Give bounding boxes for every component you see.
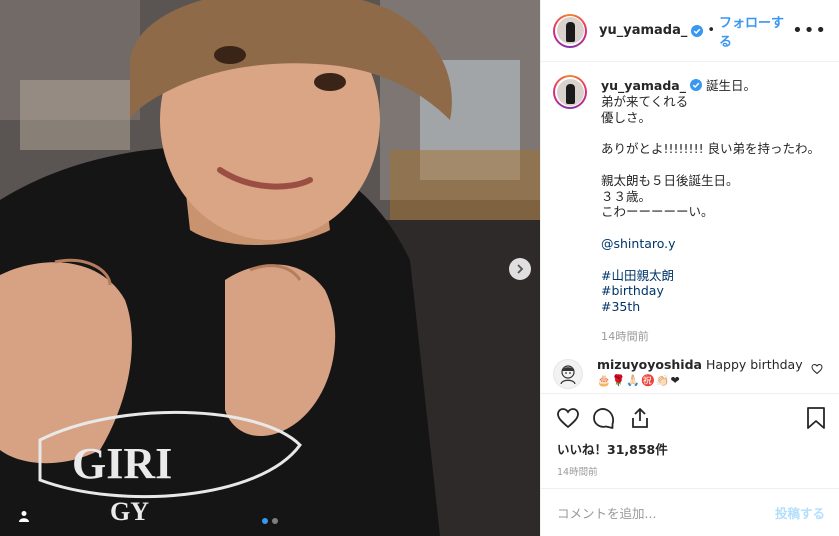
heart-icon[interactable] [811,363,823,375]
chevron-right-icon [517,264,524,274]
user-tag-button[interactable] [14,506,34,526]
hashtag-link[interactable]: #birthday [601,283,820,299]
save-button[interactable] [803,405,829,431]
caption: yu_yamada_ 誕生日。 弟が来てくれる 優しさ。 ​ ありがとよ!!!!… [553,75,823,345]
comment-input[interactable]: コメントを追加... [557,503,656,522]
comment-item: mizuyoyoshida Happy birthday 🎂🌹🙏🏻㊗️👏🏻❤ [553,357,823,389]
mention-link[interactable]: @shintaro.y [601,236,820,252]
comment-composer: コメントを追加... 投稿する [541,488,839,536]
header-username[interactable]: yu_yamada_ [599,23,687,38]
more-options-button[interactable]: ••• [792,21,827,40]
caption-timestamp[interactable]: 14時間前 [601,329,820,345]
caption-text-line: 弟が来てくれる [601,93,689,109]
caption-text-line: ​ [601,125,820,141]
caption-text-line: 誕生日。 [705,78,756,93]
avatar[interactable] [553,13,587,48]
photo-illustration: GIRI GY [0,0,540,536]
comment-emojis: 🎂🌹🙏🏻㊗️👏🏻❤ [597,373,681,387]
comment-username[interactable]: mizuyoyoshida [597,357,702,372]
post-photo[interactable]: GIRI GY [0,0,540,536]
share-icon [632,407,648,428]
action-bar [541,393,839,441]
comment-button[interactable] [591,405,617,431]
comments-section: yu_yamada_ 誕生日。 弟が来てくれる 優しさ。 ​ ありがとよ!!!!… [541,62,839,393]
carousel-dot-active [262,518,268,524]
heart-icon [557,407,579,428]
caption-text-line: ​ [601,157,820,173]
post-comment-button[interactable]: 投稿する [775,503,825,522]
post-side-panel: yu_yamada_ • フォローする ••• yu_yamada_ 誕生日。 … [540,0,839,536]
caption-spacer: ​ [601,220,820,236]
shirt-text-2: GY [110,497,149,526]
verified-badge-icon [689,79,702,91]
verified-badge-icon [691,24,704,37]
comment-icon [593,407,615,429]
caption-text-line: 優しさ。 [601,109,652,125]
caption-text-line: こわーーーーーい。 [601,204,714,220]
share-button[interactable] [627,405,653,431]
comment-avatar[interactable] [553,358,583,389]
post-timestamp[interactable]: 14時間前 [541,464,839,478]
shirt-text-1: GIRI [72,439,172,488]
next-photo-button[interactable] [509,258,531,280]
caption-line: yu_yamada_ 誕生日。 [601,78,820,94]
caption-avatar[interactable] [553,75,587,109]
bookmark-icon [807,406,825,429]
user-tag-icon [19,511,29,522]
instagram-post-modal: GIRI GY yu_yamada_ • フォローする ••• yu_yamad… [0,0,839,536]
carousel-dot [272,518,278,524]
post-header: yu_yamada_ • フォローする ••• [541,0,839,62]
caption-text-line: ３３歳。 [601,188,652,204]
hashtag-link[interactable]: #35th [601,299,820,315]
caption-text-line: 親太朗も５日後誕生日。 [601,172,739,188]
comment-body: mizuyoyoshida Happy birthday 🎂🌹🙏🏻㊗️👏🏻❤ [597,357,805,389]
carousel-indicator [262,518,278,524]
like-button[interactable] [555,405,581,431]
separator: • [707,23,716,38]
caption-text-line: ありがとよ!!!!!!!! 良い弟を持ったわ。 [601,141,821,157]
follow-button[interactable]: フォローする [719,12,792,50]
comment-text: Happy birthday [705,356,803,372]
hashtag-link[interactable]: #山田親太朗 [601,268,820,284]
caption-username[interactable]: yu_yamada_ [601,78,686,93]
caption-spacer: ​ [601,252,820,268]
caption-body: yu_yamada_ 誕生日。 弟が来てくれる 優しさ。 ​ ありがとよ!!!!… [601,78,820,345]
likes-count[interactable]: いいね！31,858件 [541,439,839,458]
